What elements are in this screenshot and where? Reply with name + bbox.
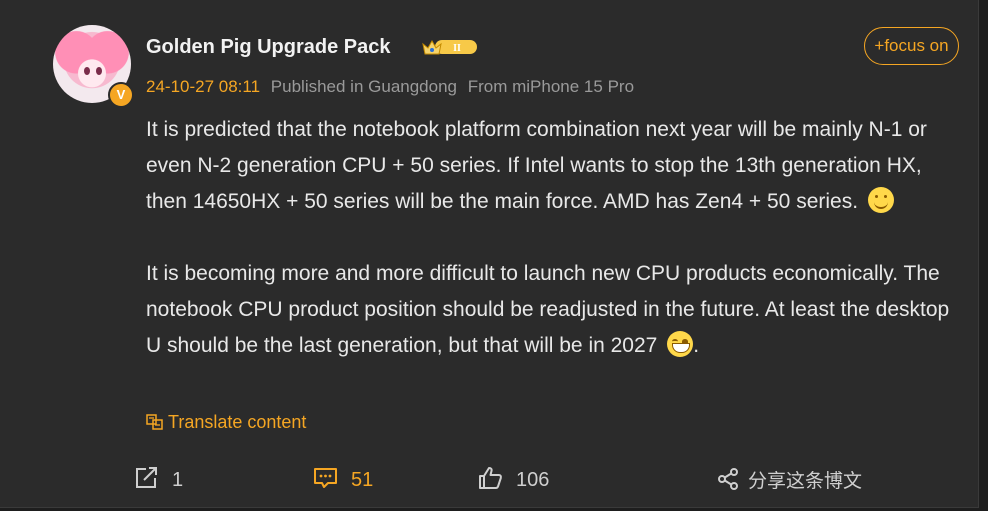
post-card: V Golden Pig Upgrade Pack II +focus on 2… (0, 0, 979, 508)
post-content: It is predicted that the notebook platfo… (146, 112, 966, 364)
like-count: 106 (516, 469, 550, 491)
translate-icon (146, 414, 163, 430)
post-paragraph-text: It is becoming more and more difficult t… (146, 262, 950, 357)
verified-badge-icon: V (108, 82, 134, 108)
vip-crown-icon: II (422, 39, 477, 55)
share-label: 分享这条博文 (748, 471, 863, 492)
post-source: From miPhone 15 Pro (467, 77, 635, 96)
avatar-eye (96, 67, 102, 75)
comment-icon (314, 468, 337, 488)
follow-button[interactable]: +focus on (864, 27, 959, 65)
comment-count: 51 (351, 469, 374, 491)
post-paragraph: It is becoming more and more difficult t… (146, 256, 966, 364)
laugh-emoji-icon (667, 331, 694, 357)
repost-count: 1 (172, 469, 184, 491)
translate-label: Translate content (168, 412, 307, 432)
repost-icon (136, 467, 157, 488)
post-paragraph: It is predicted that the notebook platfo… (146, 112, 966, 220)
share-icon (718, 468, 738, 490)
post-paragraph-text: It is predicted that the notebook platfo… (146, 118, 927, 213)
post-paragraph-end: . (693, 334, 700, 357)
translate-link[interactable]: Translate content (146, 412, 306, 433)
like-button[interactable]: 106 (478, 466, 549, 492)
vip-level: II (453, 43, 461, 54)
avatar-eye (84, 67, 90, 75)
author-name[interactable]: Golden Pig Upgrade Pack (146, 36, 391, 59)
post-location: Published in Guangdong (270, 77, 457, 96)
post-timestamp[interactable]: 24-10-27 08:11 (146, 77, 260, 96)
like-icon (479, 467, 502, 489)
post-meta: 24-10-27 08:11 Published in Guangdong Fr… (146, 77, 634, 97)
comment-button[interactable]: 51 (313, 466, 373, 492)
smile-emoji-icon (867, 187, 894, 213)
share-button[interactable]: 分享这条博文 (716, 466, 862, 492)
repost-button[interactable]: 1 (134, 466, 183, 492)
